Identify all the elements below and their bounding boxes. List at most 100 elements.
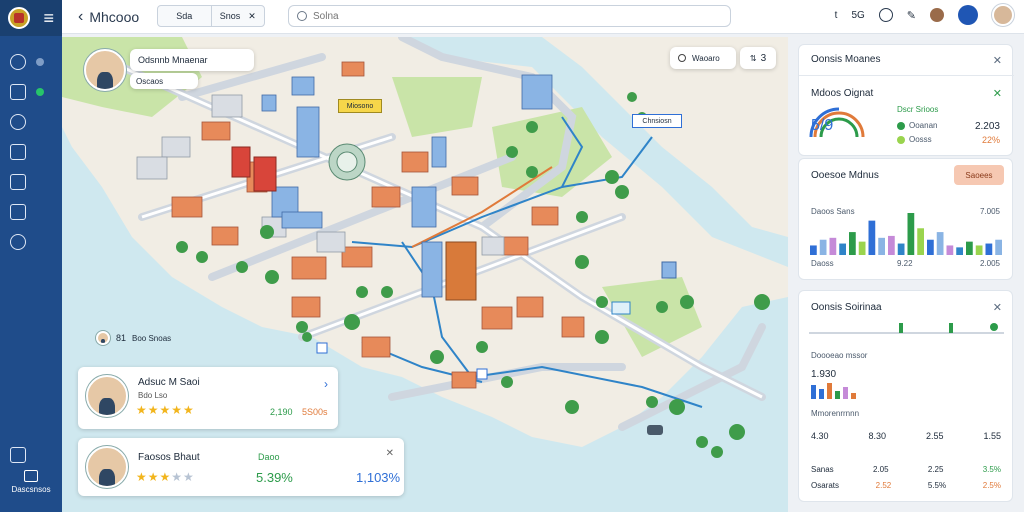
legend-dot — [897, 121, 905, 130]
bar-chart — [810, 213, 1002, 255]
user-icon[interactable] — [930, 8, 944, 22]
segment-1[interactable]: Sda — [158, 6, 212, 26]
sidebar-item-dashboard[interactable] — [10, 52, 54, 72]
panel-overview: Oonsis Moanes ✕ Mdoos Oignat ✕ 5/9 Dscr … — [798, 44, 1014, 156]
row-label: Mmorenrrnnn — [811, 409, 860, 418]
driver-name: Adsuc M Saoi — [138, 377, 200, 388]
search-icon — [297, 11, 307, 21]
chart-bar — [829, 237, 837, 255]
panel-subtitle: Mdoos Oignat — [811, 88, 874, 99]
sidebar: ≡ Dascsnsos — [0, 0, 62, 512]
dashboard-icon — [10, 54, 26, 70]
row-values: Sanas 2.05 2.25 3.5% — [811, 465, 1001, 474]
map-layer-chip[interactable]: Waoaro — [670, 47, 736, 69]
clock-icon[interactable] — [878, 8, 893, 22]
top-bar: ‹ Mhcooo Sda Snos ✕ t 5G ✎ — [62, 0, 1024, 34]
driver-card-1[interactable]: Adsuc M Saoi Bdo Lso ★★★★★ 2,190 5S00s › — [78, 367, 338, 429]
panel-title: Oonsis Soirinaa — [811, 302, 882, 313]
sidebar-item-globe[interactable] — [10, 232, 54, 252]
sidebar-item-pen[interactable] — [10, 445, 54, 465]
map-count-chip[interactable]: ⇅ 3 — [740, 47, 776, 69]
sidebar-item-documents[interactable] — [10, 172, 54, 192]
avatar — [86, 446, 128, 488]
menu-icon[interactable]: ≡ — [43, 9, 54, 27]
rating-stars: ★★★★★ — [136, 403, 195, 417]
page-title: Mhcooo — [89, 9, 140, 25]
map-tag-2[interactable]: Chnsiosn — [632, 114, 682, 128]
search-bar[interactable] — [288, 5, 731, 27]
avatar[interactable] — [992, 4, 1014, 26]
row-value: 1.930 — [811, 369, 837, 380]
row-values: 4.30 8.30 2.55 1.55 — [811, 431, 1001, 441]
panel-chart: Ooesoe Mdnus Saoees Daoos Sans 7.005 Dao… — [798, 158, 1013, 280]
network-indicator: 5G — [851, 9, 865, 21]
app-logo[interactable] — [8, 7, 30, 29]
profile-label: Odsnnb Mnaenar — [138, 55, 208, 65]
chart-footer-label: 9.22 — [897, 259, 913, 268]
avatar — [86, 375, 128, 417]
legend-label: Dscr Srioos — [897, 105, 939, 114]
chart-bar — [966, 241, 973, 255]
legend-value: 22% — [981, 135, 1000, 145]
chart-bar — [858, 241, 866, 255]
panel-settings: Oonsis Soirinaa ✕ Doooeao mssor 1.930 Mm… — [798, 290, 1013, 502]
panel-title: Ooesoe Mdnus — [811, 170, 879, 181]
row-values: Osarats 2.52 5.5% 2.5% — [811, 481, 1001, 490]
close-icon[interactable]: ✕ — [386, 448, 394, 459]
chart-bar — [995, 239, 1002, 255]
driver-stat-a: 2,190 — [270, 407, 293, 417]
sidebar-item-layers[interactable] — [10, 202, 54, 222]
sidebar-item-route[interactable] — [10, 112, 54, 132]
map-tag[interactable]: Miosono — [338, 99, 382, 113]
segmented-control[interactable]: Sda Snos ✕ — [157, 5, 265, 27]
slider-track[interactable] — [809, 321, 1004, 337]
search-input[interactable] — [313, 10, 693, 22]
segment-2[interactable]: Snos ✕ — [212, 6, 265, 26]
chart-footer-label: Daoss — [811, 259, 834, 268]
driver-stat-b: 5S00s — [302, 407, 328, 417]
back-button[interactable]: ‹ Mhcooo — [78, 8, 139, 26]
chevron-right-icon[interactable]: › — [324, 377, 328, 391]
legend-item: Oosss — [897, 135, 932, 144]
settings-icon — [678, 54, 686, 62]
route-icon — [10, 114, 26, 130]
chevron-left-icon: ‹ — [78, 8, 84, 25]
chart-bar — [897, 243, 905, 255]
chart-bar — [975, 245, 983, 255]
close-icon[interactable]: ✕ — [993, 87, 1002, 100]
map-profile-sub: Oscaos — [130, 73, 198, 89]
map-profile-chip[interactable]: Odsnnb Mnaenar — [130, 49, 254, 71]
dashboard-icon — [24, 470, 38, 482]
notification-icon[interactable] — [958, 5, 978, 25]
panel-action-button[interactable]: Saoees — [954, 165, 1004, 185]
chart-bar — [839, 243, 846, 255]
sidebar-bottom[interactable]: Dascsnsos — [0, 470, 62, 494]
map-mini-label: 81 Boo Snoas — [96, 331, 171, 345]
mini-bars — [811, 381, 1001, 399]
status-dot — [36, 88, 44, 96]
sidebar-item-buildings[interactable] — [10, 142, 54, 162]
signal-indicator: t — [834, 9, 838, 21]
map-view[interactable]: Odsnnb Mnaenar Oscaos Miosono Chnsiosn W… — [62, 37, 788, 512]
map-icon — [10, 84, 26, 100]
close-icon[interactable]: ✕ — [993, 54, 1002, 67]
building-icon — [10, 144, 26, 160]
chart-bar — [927, 239, 934, 255]
driver-card-2[interactable]: Faosos Bhaut ★★★★★ Daoo 5.39% 1,103% ✕ — [78, 438, 404, 496]
globe-icon — [10, 234, 26, 250]
driver-stat-label: Daoo — [258, 452, 280, 462]
driver-sub: Bdo Lso — [138, 391, 168, 400]
avatar[interactable] — [84, 49, 126, 91]
gauge-value: 5/9 — [811, 117, 834, 134]
chart-bar — [878, 237, 885, 255]
driver-stat-b: 1,103% — [356, 470, 401, 485]
close-icon[interactable]: ✕ — [248, 11, 256, 22]
chart-bar — [985, 243, 993, 255]
legend-item: Ooanan — [897, 121, 937, 130]
close-icon[interactable]: ✕ — [993, 301, 1002, 314]
chart-bar — [936, 232, 944, 255]
sidebar-item-map[interactable] — [10, 82, 54, 102]
panel-title: Oonsis Moanes — [811, 54, 881, 65]
edit-icon[interactable]: ✎ — [907, 9, 916, 22]
chart-bar — [917, 228, 924, 255]
